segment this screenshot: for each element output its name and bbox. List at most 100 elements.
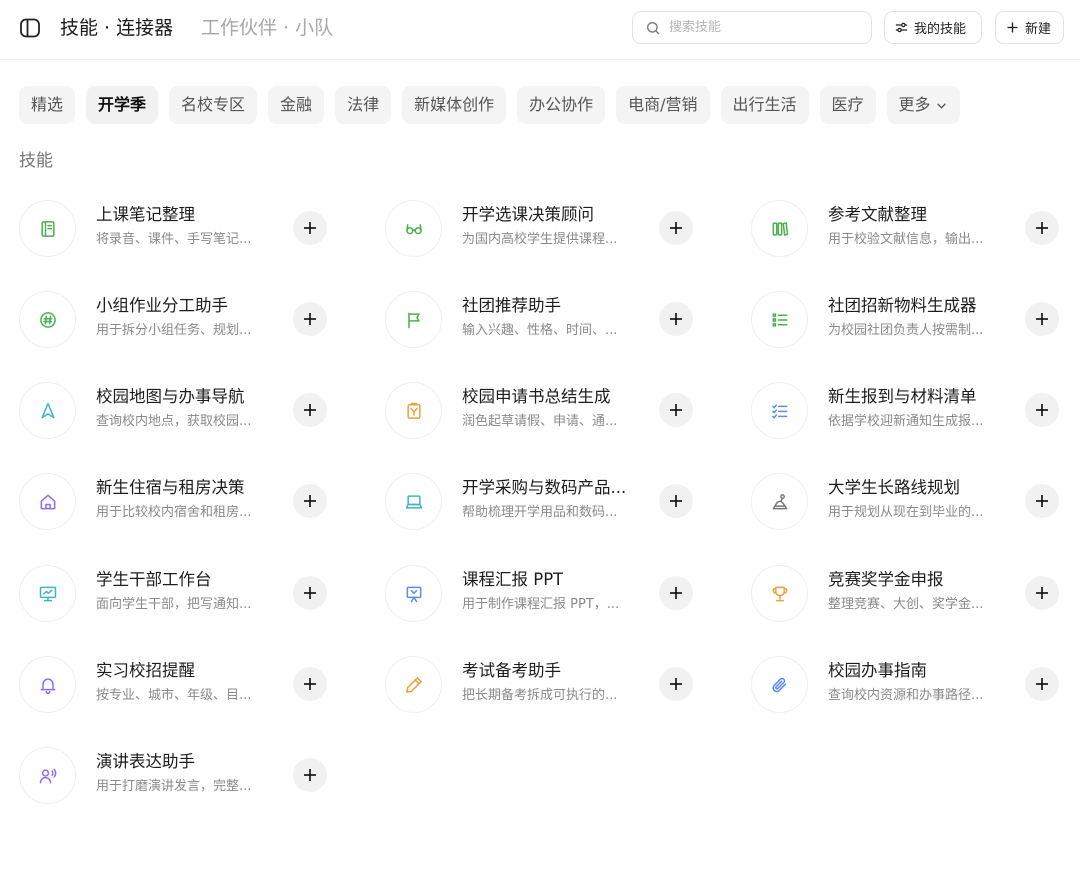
tab-category[interactable]: 金融 [268, 86, 325, 124]
skill-title: 新生住宿与租房决策 [96, 478, 245, 497]
tab-category[interactable]: 办公协作 [517, 86, 606, 124]
list-icon [772, 312, 787, 327]
skill-icon-badge [385, 291, 442, 348]
add-skill-button[interactable] [293, 302, 327, 336]
add-skill-button[interactable] [293, 758, 327, 792]
skill-description: 整理竞赛、大创、奖学金... [828, 597, 984, 612]
skill-title: 校园办事指南 [828, 661, 927, 680]
plus-icon [1007, 22, 1018, 33]
add-skill-button[interactable] [659, 393, 693, 427]
add-skill-button[interactable] [659, 667, 693, 701]
home-icon [40, 494, 55, 509]
skill-card[interactable]: 竞赛奖学金申报整理竞赛、大创、奖学金... [751, 564, 1080, 624]
tab-label: 电商/营销 [628, 95, 698, 114]
skill-card[interactable]: 社团招新物料生成器 为校园社团负责人按需制... [751, 290, 1080, 350]
skill-icon-badge [385, 473, 442, 530]
my-skills-label: 我的技能 [914, 22, 967, 37]
add-skill-button[interactable] [1025, 484, 1059, 518]
plus-icon [1036, 222, 1048, 234]
navigation-icon [40, 402, 55, 418]
notebook-icon [40, 220, 55, 237]
skill-description: 润色起草请假、申请、通... [462, 414, 618, 429]
plus-icon [670, 678, 682, 690]
skill-card[interactable]: 课程汇报 PPT 用于制作课程汇报 PPT，... [385, 564, 725, 624]
add-skill-button[interactable] [293, 667, 327, 701]
plus-icon [670, 313, 682, 325]
plus-icon [304, 313, 316, 325]
skill-description: 把长期备考拆成可执行的... [462, 688, 618, 703]
speaker-icon [39, 768, 56, 783]
skill-icon-badge [19, 291, 76, 348]
plus-icon [1036, 678, 1048, 690]
tab-category[interactable]: 出行生活 [720, 86, 809, 124]
add-skill-button[interactable] [1025, 211, 1059, 245]
add-skill-button[interactable] [1025, 393, 1059, 427]
skill-card[interactable]: 参考文献整理 用于校验文献信息，输出... [751, 199, 1080, 259]
skill-card[interactable]: 校园地图与办事导航 查询校内地点，获取校园... [19, 381, 359, 441]
skill-card[interactable]: 校园申请书总结生成 润色起草请假、申请、通... [385, 381, 725, 441]
tab-category[interactable]: 更多 [886, 86, 960, 124]
add-skill-button[interactable] [293, 484, 327, 518]
skill-card[interactable]: 演讲表达助手用于打磨演讲发言，完整... [19, 746, 359, 806]
skill-card[interactable]: 开学选课决策顾问 为国内高校学生提供课程... [385, 199, 725, 259]
tab-label: 开学季 [98, 95, 147, 114]
add-skill-button[interactable] [659, 211, 693, 245]
skill-icon-badge [385, 382, 442, 439]
add-skill-button[interactable] [659, 302, 693, 336]
tab-category[interactable]: 开学季 [86, 86, 159, 124]
skill-card[interactable]: 社团推荐助手 输入兴趣、性格、时间、... [385, 290, 725, 350]
skill-icon-badge [751, 473, 808, 530]
add-skill-button[interactable] [1025, 667, 1059, 701]
skill-title: 课程汇报 PPT [462, 570, 564, 589]
tab-category[interactable]: 名校专区 [169, 86, 258, 124]
skill-card[interactable]: 开学采购与数码产品... 帮助梳理开学用品和数码... [385, 472, 725, 532]
my-skills-button[interactable]: 我的技能 [884, 11, 982, 44]
tab-category[interactable]: 新媒体创作 [402, 86, 507, 124]
skill-title: 竞赛奖学金申报 [828, 570, 944, 589]
sidebar-toggle-icon[interactable] [18, 16, 42, 40]
category-tabs: 精选 开学季 名校专区 金融 法律 新媒体创作 办公协作 电商/营销 出行生活 医疗 更多 [19, 86, 971, 124]
add-skill-button[interactable] [659, 484, 693, 518]
chevron-down-icon [936, 102, 946, 109]
skill-description: 用于制作课程汇报 PPT，... [462, 597, 620, 612]
skill-card[interactable]: 新生住宿与租房决策 用于比较校内宿舍和租房... [19, 472, 359, 532]
skill-title: 大学生长路线规划 [828, 478, 960, 497]
skill-icon-badge [19, 200, 76, 257]
tab-label: 医疗 [831, 95, 864, 114]
skill-title: 小组作业分工助手 [96, 296, 228, 315]
skill-icon-badge [751, 200, 808, 257]
plus-icon [304, 495, 316, 507]
skill-card[interactable]: 上课笔记整理 将录音、课件、手写笔记... [19, 199, 359, 259]
add-skill-button[interactable] [293, 211, 327, 245]
skill-card[interactable]: 学生干部工作台 面向学生干部，把写通知... [19, 564, 359, 624]
new-button[interactable]: 新建 [995, 11, 1064, 44]
skill-description: 用于打磨演讲发言，完整... [96, 779, 252, 794]
skill-card[interactable]: 大学生长路线规划用于规划从现在到毕业的... [751, 472, 1080, 532]
tab-partners-squad[interactable]: 工作伙伴 · 小队 [201, 14, 333, 42]
laptop-icon [405, 494, 422, 509]
tab-category[interactable]: 精选 [19, 86, 76, 124]
search-box[interactable] [632, 11, 872, 44]
add-skill-button[interactable] [293, 393, 327, 427]
skill-description: 用于规划从现在到毕业的... [828, 505, 984, 520]
checklist-icon [771, 403, 787, 418]
add-skill-button[interactable] [659, 576, 693, 610]
skill-card[interactable]: 校园办事指南 查询校内资源和办事路径... [751, 655, 1080, 715]
tab-category[interactable]: 电商/营销 [616, 86, 710, 124]
add-skill-button[interactable] [293, 576, 327, 610]
plus-icon [304, 769, 316, 781]
skill-title: 演讲表达助手 [96, 752, 195, 771]
skill-card[interactable]: 考试备考助手 把长期备考拆成可执行的... [385, 655, 725, 715]
skill-card[interactable]: 新生报到与材料清单 依据学校迎新通知生成报... [751, 381, 1080, 441]
skill-description: 帮助梳理开学用品和数码... [462, 505, 618, 520]
skill-card[interactable]: 实习校招提醒 按专业、城市、年级、目... [19, 655, 359, 715]
search-input[interactable] [669, 20, 859, 35]
bell-icon [40, 677, 55, 694]
add-skill-button[interactable] [1025, 576, 1059, 610]
add-skill-button[interactable] [1025, 302, 1059, 336]
skill-card[interactable]: 小组作业分工助手 用于拆分小组任务、规划... [19, 290, 359, 350]
tab-skills-connectors[interactable]: 技能 · 连接器 [60, 14, 173, 42]
tab-category[interactable]: 医疗 [819, 86, 876, 124]
tab-category[interactable]: 法律 [335, 86, 392, 124]
tab-label: 金融 [280, 95, 313, 114]
